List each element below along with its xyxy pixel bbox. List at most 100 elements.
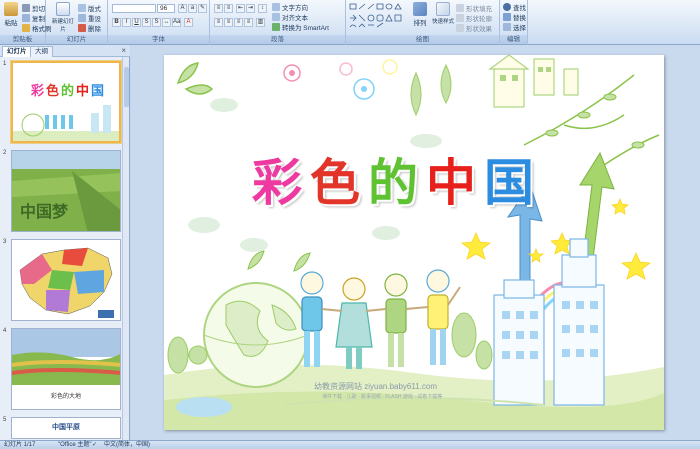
paste-button[interactable]: 粘贴 [2, 2, 20, 27]
svg-text:彩: 彩 [30, 83, 44, 99]
scissors-icon [22, 4, 30, 12]
svg-text:色: 色 [46, 83, 59, 99]
slide-title: 彩 色 的 中 国 [252, 143, 534, 215]
shape-effects-button[interactable]: 形状效果 [456, 23, 492, 33]
shapes-gallery[interactable] [349, 3, 403, 29]
font-name-field[interactable] [112, 4, 156, 13]
svg-text:的: 的 [61, 83, 74, 99]
editing-group-label: 编辑 [500, 35, 527, 44]
editing-group: 查找 替换 选择 编辑 [500, 0, 528, 45]
watermark-text: 幼教资源网站 ziyuan.baby611.com [314, 382, 438, 391]
cut-button[interactable]: 剪切 [22, 3, 45, 13]
quick-styles-button[interactable]: 快速样式 [432, 2, 454, 25]
font-group-label: 字体 [108, 35, 209, 44]
thumbnail-image: 中国平原 [11, 417, 121, 439]
thumbnail-caption: 彩色的大地 [50, 394, 81, 400]
numbering-button[interactable]: ≡ [224, 4, 233, 13]
scrollbar-thumb[interactable] [124, 67, 129, 107]
bold-button[interactable]: B [112, 18, 121, 27]
tab-outline[interactable]: 大纲 [30, 46, 53, 57]
smartart-button[interactable]: 转换为 SmartArt [272, 22, 329, 32]
grow-font-button[interactable]: A [178, 4, 187, 13]
shrink-font-button[interactable]: a [188, 4, 197, 13]
paste-icon [4, 2, 18, 16]
title-char-5: 国 [484, 153, 534, 212]
pen-outline-icon [456, 14, 464, 22]
current-slide[interactable]: 彩 色 的 中 国 幼教资源网站 ziyuan.baby611.com 课件下载… [164, 55, 664, 430]
title-char-2: 色 [310, 153, 360, 212]
align-text-button[interactable]: 对齐文本 [272, 12, 308, 22]
title-char-4: 中 [426, 153, 476, 212]
svg-text:中: 中 [76, 83, 89, 99]
close-icon[interactable]: × [121, 46, 126, 55]
case-button[interactable]: Aa [172, 18, 181, 27]
slide-canvas: 彩 色 的 中 国 幼教资源网站 ziyuan.baby611.com 课件下载… [131, 45, 700, 440]
ribbon: 粘贴 剪切 复制 格式刷 剪贴板 新建幻灯片 版式 重设 删除 幻灯片 96 A… [0, 0, 700, 45]
layout-button[interactable]: 版式 [78, 3, 101, 13]
thumbnail-image: 彩 色 的 中 国 [11, 61, 121, 143]
smartart-icon [272, 23, 280, 31]
copy-button[interactable]: 复制 [22, 13, 45, 23]
reset-button[interactable]: 重设 [78, 13, 101, 23]
slides-group-label: 幻灯片 [46, 35, 107, 44]
slide-count-status: 幻灯片 1/17 [4, 442, 36, 448]
thumbnail-image [11, 239, 121, 321]
drawing-group: 排列 快速样式 形状填充 形状轮廓 形状效果 绘图 [346, 0, 500, 45]
watermark-subtext: 课件下载 · 儿歌 · 故事视频 · FLASH 游戏 · 试卷下载等 [322, 394, 443, 400]
new-slide-icon [56, 2, 70, 16]
new-slide-button[interactable]: 新建幻灯片 [52, 2, 74, 33]
line-spacing-button[interactable]: ↕ [258, 4, 267, 13]
increase-indent-button[interactable]: ⇥ [246, 4, 255, 13]
align-center-button[interactable]: ≡ [224, 18, 233, 27]
shape-outline-button[interactable]: 形状轮廓 [456, 13, 492, 23]
panel-scrollbar[interactable] [122, 57, 129, 440]
quick-styles-icon [436, 2, 450, 16]
align-text-icon [272, 13, 280, 21]
strikethrough-button[interactable]: S [142, 18, 151, 27]
justify-button[interactable]: ≡ [244, 18, 253, 27]
replace-button[interactable]: 替换 [503, 12, 526, 22]
decrease-indent-button[interactable]: ⇤ [236, 4, 245, 13]
cursor-icon [503, 23, 511, 31]
arrange-icon [413, 2, 427, 16]
brush-icon [22, 24, 30, 32]
align-left-button[interactable]: ≡ [214, 18, 223, 27]
thumbnail-image: 彩色的大地 [11, 328, 121, 410]
fill-bucket-icon [456, 4, 464, 12]
find-button[interactable]: 查找 [503, 2, 526, 12]
paragraph-group: ≡ ≡ ⇤ ⇥ ↕ ≡ ≡ ≡ ≡ ▥ 文字方向 对齐文本 转换为 SmartA… [210, 0, 346, 45]
font-group: 96 A a ✎ B I U S S ↔ Aa A 字体 [108, 0, 210, 45]
layout-icon [78, 4, 86, 12]
columns-button[interactable]: ▥ [256, 18, 265, 27]
theme-status: "Office 主题" [58, 442, 92, 448]
tab-slides[interactable]: 幻灯片 [2, 46, 32, 57]
italic-button[interactable]: I [122, 18, 131, 27]
text-direction-button[interactable]: 文字方向 [272, 2, 308, 12]
text-direction-icon [272, 3, 280, 11]
panel-tabs: 幻灯片 大纲 × [0, 45, 130, 57]
spacing-button[interactable]: ↔ [162, 18, 171, 27]
shape-fill-button[interactable]: 形状填充 [456, 3, 492, 13]
bullets-button[interactable]: ≡ [214, 4, 223, 13]
slide-panel: 幻灯片 大纲 × 1 彩 色 的 中 国 2 中国梦 3 4 彩色的大地 5 中… [0, 45, 130, 440]
shadow-button[interactable]: S [152, 18, 161, 27]
title-char-3: 的 [368, 153, 418, 212]
select-button[interactable]: 选择 [503, 22, 526, 32]
font-size-field[interactable]: 96 [157, 4, 175, 13]
delete-slide-button[interactable]: 删除 [78, 23, 101, 33]
spellcheck-icon[interactable]: ✓ [92, 441, 97, 449]
arrange-button[interactable]: 排列 [410, 2, 430, 27]
align-right-button[interactable]: ≡ [234, 18, 243, 27]
delete-icon [78, 24, 86, 32]
effects-icon [456, 24, 464, 32]
clipboard-group: 粘贴 剪切 复制 格式刷 剪贴板 [0, 0, 52, 45]
underline-button[interactable]: U [132, 18, 141, 27]
clipboard-group-label: 剪贴板 [0, 35, 45, 44]
title-char-1: 彩 [252, 153, 302, 212]
font-color-button[interactable]: A [184, 18, 193, 27]
clear-format-button[interactable]: ✎ [198, 4, 207, 13]
slide-illustration [164, 55, 664, 430]
language-status[interactable]: 中文(简体，中国) [104, 441, 150, 449]
paragraph-group-label: 段落 [210, 35, 345, 44]
copy-icon [22, 14, 30, 22]
